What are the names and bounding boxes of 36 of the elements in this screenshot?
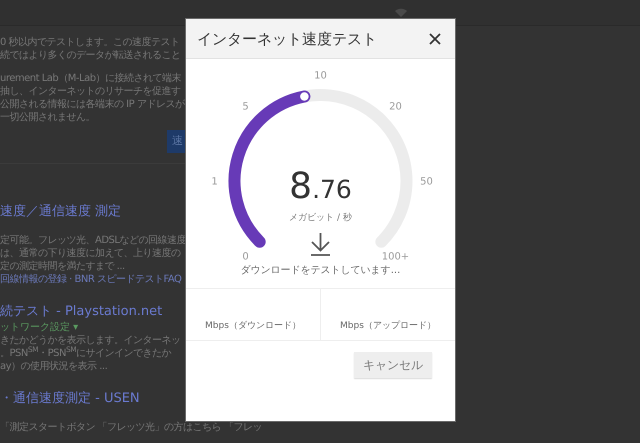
gauge-tick-label: 10 [314,70,327,82]
status-text: ダウンロードをテストしています... [240,265,400,276]
snippet-line: 定の測定時間を満たすまで ... [0,260,125,273]
sitelinks: 回線情報の登録 · BNR スピードテストFAQ [0,273,182,286]
gauge-tick-label: 100+ [382,251,410,262]
snippet-line: 「測定スタートボタン 「フレッツ光」の方はこちら 「フレッ [0,421,262,434]
result-label: Mbps（アップロード） [340,320,436,332]
text-line: 続ではより多くのデータが転送されること [0,49,182,62]
gauge-tick-label: 0 [242,251,249,262]
speed-reading: 8.76 [289,166,352,207]
text-line: urement Lab（M-Lab）に接続されて端末 [0,72,182,85]
close-icon [429,32,441,44]
snippet-line: ay）の使用状況を表示 ... [0,360,108,373]
result-label: Mbps（ダウンロード） [205,320,301,332]
snippet-line: きたかどうかを表示します。インターネッ [0,334,180,346]
wifi-icon [395,8,407,17]
text-line: 公開される情報には各端末の IP アドレスが [0,98,186,111]
snippet-line: 。PSN$^{SM}$・PSN$^{SM}$にサインインできたか [0,347,172,360]
cancel-button[interactable]: キャンセル [354,352,432,378]
text-line: 0 秒以内でテストします。この速度テスト [0,36,181,49]
result-title-link[interactable]: 速度／通信速度 測定 [0,203,122,221]
text-line: 一切公開されません。 [0,111,96,124]
snippet-line: 定可能。フレッツ光、ADSLなどの回線速度 [0,234,186,247]
text-line: 抽し、インターネットのリサーチを促進す [0,85,182,98]
gauge-tick-label: 50 [420,176,433,188]
gauge-tick-label: 5 [242,102,249,113]
result-title-link[interactable]: ・通信速度測定 - USEN [0,390,140,408]
gauge-tick-label: 20 [389,102,402,113]
snippet-line: は、通常の下り速度に加えて、上り速度の [0,247,180,260]
download-icon [310,232,331,256]
unit-label: メガビット / 秒 [289,213,352,223]
close-button[interactable] [427,30,443,46]
result-url: ットワーク設定 ▾ [0,321,78,334]
dialog-title: インターネット速度テスト [197,30,377,48]
result-title-link[interactable]: 続テスト - Playstation.net [0,303,162,321]
gauge-tick-label: 1 [211,176,218,188]
